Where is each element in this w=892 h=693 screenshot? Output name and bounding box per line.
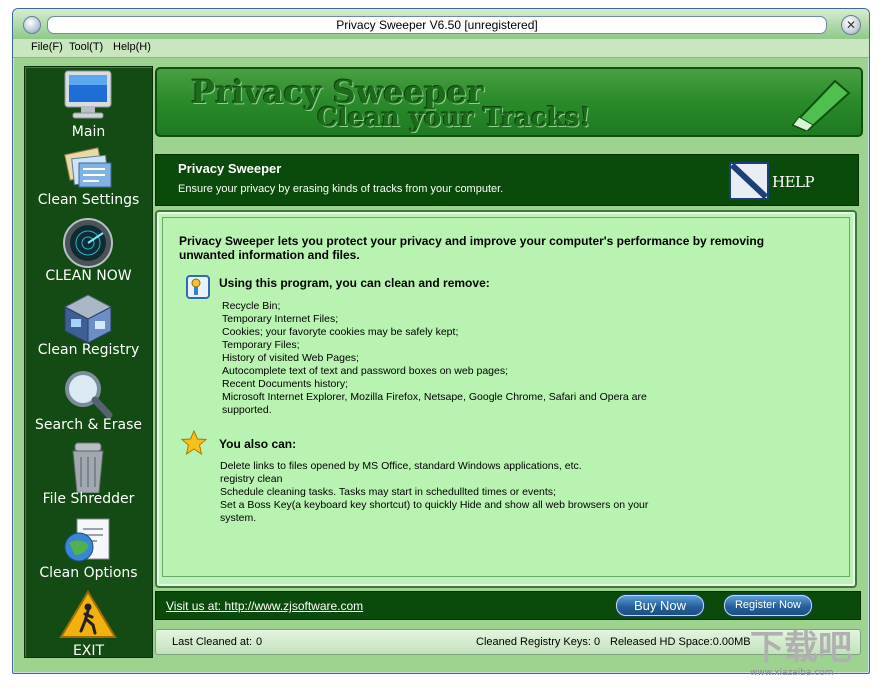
header-subtitle: Ensure your privacy by erasing kinds of … <box>178 183 504 195</box>
list-item: Delete links to files opened by MS Offic… <box>220 460 582 472</box>
sidebar-item-label: File Shredder <box>42 491 135 507</box>
content-area: Privacy Sweeper lets you protect your pr… <box>162 217 850 577</box>
menu-bar: File(F) Tool(T) Help(H) <box>13 39 869 58</box>
list-item: Cookies; your favoryte cookies may be sa… <box>222 326 459 338</box>
list-item: History of visited Web Pages; <box>222 352 359 364</box>
radar-icon <box>63 218 113 268</box>
help-label: HELP <box>772 173 815 191</box>
watermark-text: 下载吧 <box>750 628 852 668</box>
help-book-icon <box>729 162 769 200</box>
buy-now-button[interactable]: Buy Now <box>616 595 704 616</box>
help-button[interactable]: HELP <box>728 161 818 201</box>
close-button[interactable]: ✕ <box>841 15 861 35</box>
content-panel: Privacy Sweeper lets you protect your pr… <box>155 210 857 588</box>
window-title: Privacy Sweeper V6.50 [unregistered] <box>47 16 827 34</box>
monitor-icon <box>64 70 112 119</box>
list-item: Recycle Bin; <box>222 300 281 312</box>
header-title: Privacy Sweeper <box>178 161 282 176</box>
section-heading-also: You also can: <box>219 437 297 451</box>
list-item: Microsoft Internet Explorer, Mozilla Fir… <box>222 391 647 416</box>
sidebar-item-clean-registry[interactable]: Clean Registry <box>25 293 152 365</box>
menu-file[interactable]: File(F) <box>31 41 63 53</box>
list-item: Temporary Files; <box>222 339 300 351</box>
title-bar[interactable]: Privacy Sweeper V6.50 [unregistered] ✕ <box>13 9 869 39</box>
footer-bar: Visit us at: http://www.zjsoftware.com B… <box>155 591 861 620</box>
also-list: Delete links to files opened by MS Offic… <box>220 460 670 525</box>
sidebar-item-exit[interactable]: EXIT <box>25 589 152 661</box>
sidebar-item-label: Clean Options <box>39 565 138 581</box>
banner: Privacy Sweeper Clean your Tracks! <box>155 67 863 137</box>
watermark-url: www.xiazaiba.com <box>750 668 834 678</box>
list-item: Recent Documents history; <box>222 378 349 390</box>
magnifier-icon <box>65 371 113 419</box>
sidebar-item-label: Clean Settings <box>37 192 140 208</box>
info-icon <box>186 275 210 299</box>
info-header: Privacy Sweeper Ensure your privacy by e… <box>155 154 859 206</box>
sidebar-item-label: Main <box>71 124 106 140</box>
clean-list: Recycle Bin; Temporary Internet Files; C… <box>222 300 692 417</box>
intro-text: Privacy Sweeper lets you protect your pr… <box>179 234 765 262</box>
settings-folders-icon <box>64 147 112 188</box>
sidebar-item-main[interactable]: Main <box>25 69 152 141</box>
last-cleaned-value: 0 <box>256 636 263 648</box>
register-now-button[interactable]: Register Now <box>724 595 812 616</box>
sidebar: Main Clean Settings CLEAN NOW Clean Regi… <box>24 66 153 661</box>
sidebar-item-label: Clean Registry <box>37 342 140 358</box>
sidebar-item-clean-settings[interactable]: Clean Settings <box>25 143 152 215</box>
eraser-icon <box>791 79 851 131</box>
hd-space-status: Released HD Space:0.00MB <box>610 636 751 648</box>
sidebar-item-label: CLEAN NOW <box>45 268 132 284</box>
registry-keys-status: Cleaned Registry Keys: 0 <box>476 636 601 648</box>
list-item: registry clean <box>220 473 283 485</box>
website-link[interactable]: Visit us at: http://www.zjsoftware.com <box>166 599 363 613</box>
menu-help[interactable]: Help(H) <box>113 41 151 53</box>
section-heading-clean: Using this program, you can clean and re… <box>219 276 490 290</box>
menu-tool[interactable]: Tool(T) <box>69 41 103 53</box>
sidebar-item-clean-now[interactable]: CLEAN NOW <box>25 217 152 289</box>
banner-tagline: Clean your Tracks! <box>317 103 591 133</box>
list-item: Autocomplete text of text and password b… <box>222 365 509 377</box>
sidebar-item-label: EXIT <box>72 643 105 659</box>
sidebar-item-label: Search & Erase <box>34 417 142 433</box>
last-cleaned-label: Last Cleaned at: <box>172 636 253 648</box>
star-icon <box>181 430 207 456</box>
list-item: Set a Boss Key(a keyboard key shortcut) … <box>220 499 649 524</box>
system-menu-icon[interactable] <box>23 16 41 34</box>
app-window: Privacy Sweeper V6.50 [unregistered] ✕ F… <box>12 8 870 674</box>
registry-cube-icon <box>63 294 113 344</box>
sidebar-item-file-shredder[interactable]: File Shredder <box>25 441 152 513</box>
globe-document-icon <box>64 518 110 562</box>
trash-can-icon <box>72 442 104 493</box>
sidebar-item-clean-options[interactable]: Clean Options <box>25 515 152 587</box>
watermark-logo: 下载吧 www.xiazaiba.com <box>750 628 880 686</box>
exit-warning-icon <box>59 590 117 638</box>
list-item: Schedule cleaning tasks. Tasks may start… <box>220 486 556 498</box>
list-item: Temporary Internet Files; <box>222 313 339 325</box>
sidebar-item-search-erase[interactable]: Search & Erase <box>25 367 152 439</box>
